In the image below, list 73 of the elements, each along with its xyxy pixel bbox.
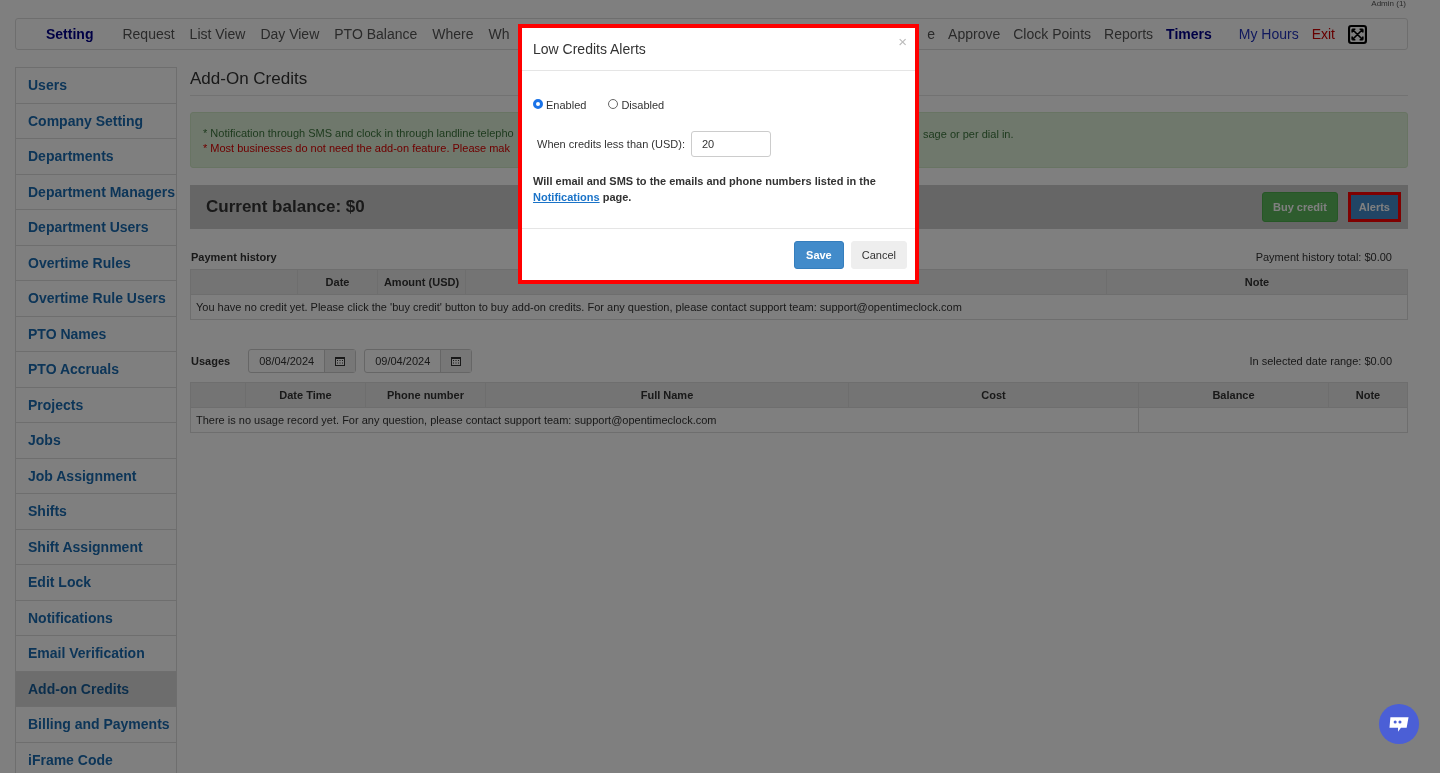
sidebar-item[interactable]: Notifications [15,600,177,636]
threshold-label: When credits less than (USD): [537,138,685,150]
chat-icon[interactable] [1378,703,1420,745]
radio-button[interactable] [533,98,543,109]
nav-link[interactable]: Timers [1166,26,1212,42]
buy-credit-button[interactable]: Buy credit [1262,192,1338,222]
notifications-link[interactable]: Notifications [533,191,600,203]
nav-link[interactable]: Reports [1104,26,1154,42]
nav-link[interactable]: PTO Balance [334,26,418,42]
range-total: In selected date range: $0.00 [1249,355,1392,367]
sidebar-item[interactable]: Job Assignment [15,458,177,494]
sidebar-item[interactable]: PTO Names [15,316,177,352]
close-button[interactable]: × [898,32,907,50]
sidebar-item[interactable]: Jobs [15,423,177,459]
sidebar-item[interactable]: Overtime Rule Users [15,281,177,317]
payment-total: Payment history total: $0.00 [1255,251,1392,263]
sidebar-item[interactable]: Shifts [15,494,177,530]
notice-text: * Most businesses do not need the add-on feature. Please mak [203,142,511,154]
table-header-cell: Balance [1139,383,1329,407]
notice-text: sage or per dial in. [923,128,1014,140]
nav-link[interactable]: Request [122,26,175,42]
sidebar-item[interactable]: Departments [15,139,177,175]
nav-link[interactable]: Approve [948,26,1001,42]
calendar-icon[interactable] [450,355,463,367]
sidebar-item[interactable]: iFrame Code [15,742,177,773]
notice-text: * Notification through SMS and clock in through landline telepho [203,127,515,139]
user-label: Admin (1) [1371,0,1406,8]
sidebar-item[interactable]: Department Managers [15,174,177,210]
sidebar-item[interactable]: Email Verification [15,636,177,672]
current-balance: Current balance: $0 [206,197,365,217]
table-header-cell: Amount (USD) [378,270,466,294]
nav-link[interactable]: Clock Points [1013,26,1092,42]
section-title: Usages [191,355,231,367]
sidebar-item[interactable]: Shift Assignment [15,529,177,565]
nav-link[interactable]: Where [432,26,474,42]
table-cell-text: You have no credit yet. Please click the 'buy credit' button to buy add-on credits. For any question, please contact support team: support@opentimeclock.com [195,300,963,315]
table-cell: There is no usage record yet. For any question, please contact support team: support@opentimeclock.com [191,408,1139,432]
table-header-cell-text: Note [1243,275,1271,290]
sidebar-item[interactable]: Billing and Payments [15,707,177,743]
sidebar-item[interactable]: PTO Accruals [15,352,177,388]
nav-link[interactable]: Setting [46,26,94,42]
table-header-cell: Phone number [366,383,486,407]
nav-link[interactable]: e [927,26,936,42]
table-header-cell: Full Name [486,383,849,407]
sidebar-item[interactable]: Department Users [15,210,177,246]
sidebar-item[interactable]: Users [15,67,177,104]
dialog-title: Low Credits Alerts [533,41,646,57]
sidebar-item[interactable]: Company Setting [15,103,177,139]
sidebar-item[interactable]: Projects [15,387,177,423]
save-button[interactable]: Save [794,241,844,269]
table-header-cell: Date Time [246,383,366,407]
sidebar-item[interactable]: Edit Lock [15,565,177,601]
table-header-cell: Date [298,270,378,294]
nav-link[interactable]: List View [189,26,246,42]
date-field[interactable]: 09/04/2024 [364,349,473,373]
sidebar-item[interactable]: Add-on Credits [15,671,177,707]
cancel-button[interactable]: Cancel [850,241,907,269]
table-header-cell: Cost [849,383,1139,407]
nav-link[interactable]: Exit [1311,26,1335,42]
alerts-button[interactable]: Alerts [1347,192,1401,222]
sidebar-item[interactable]: Overtime Rules [15,245,177,281]
section-title: Payment history [191,251,277,263]
fullscreen-icon[interactable] [1348,24,1367,44]
date-field[interactable]: 08/04/2024 [248,349,357,373]
radio-option[interactable]: Enabled [533,99,587,111]
nav-link[interactable]: My Hours [1238,26,1299,42]
nav-link[interactable]: Wh [488,26,510,42]
calendar-icon[interactable] [334,355,347,367]
nav-link[interactable]: Day View [260,26,320,42]
info-text: Will email and SMS to the emails and phone numbers listed in the Notifications page. [533,174,877,205]
radio-option[interactable]: Disabled [608,99,665,111]
table-header-cell-text: Note [1354,388,1382,403]
threshold-field[interactable]: 20 [690,131,771,157]
